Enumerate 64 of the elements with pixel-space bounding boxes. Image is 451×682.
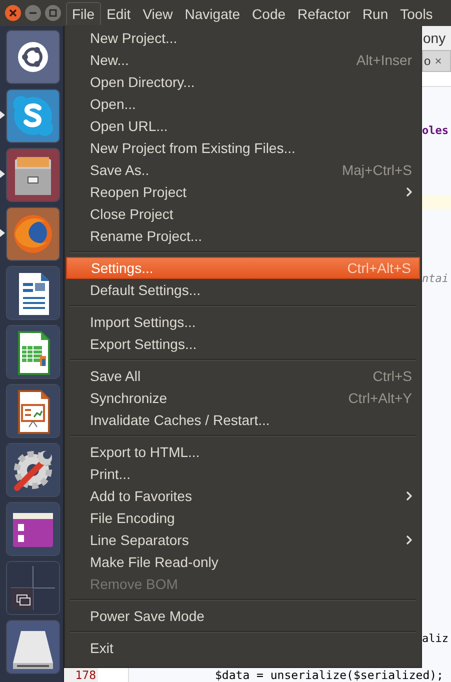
menu-item[interactable]: Invalidate Caches / Restart... bbox=[66, 409, 420, 431]
shortcut-label: Maj+Ctrl+S bbox=[342, 162, 412, 178]
menu-item[interactable]: Power Save Mode bbox=[66, 605, 420, 627]
workspaces-icon[interactable] bbox=[6, 561, 60, 615]
document-icon[interactable] bbox=[6, 266, 60, 320]
menu-item[interactable]: Print... bbox=[66, 463, 420, 485]
menu-item[interactable]: Open... bbox=[66, 93, 420, 115]
menu-item[interactable]: New... Alt+Inser bbox=[66, 49, 420, 71]
editor-tab[interactable]: o × bbox=[422, 50, 451, 72]
menu-bar-item[interactable]: Code bbox=[246, 2, 292, 24]
code-line: $data = unserialize($serialized); bbox=[214, 668, 444, 682]
menu-bar-item[interactable]: File bbox=[66, 2, 101, 24]
menu-bar-item[interactable]: View bbox=[136, 2, 179, 24]
menu-bar-item[interactable]: Run bbox=[356, 2, 394, 24]
close-icon bbox=[9, 9, 17, 17]
menu-item[interactable]: New Project... bbox=[66, 27, 420, 49]
menu-item[interactable]: Add to Favorites bbox=[66, 485, 420, 507]
window-title: ony bbox=[422, 26, 451, 50]
menu-bar-item[interactable]: Tools bbox=[394, 2, 439, 24]
shortcut-label: Ctrl+Alt+S bbox=[347, 260, 411, 276]
menu-item[interactable]: Export to HTML... bbox=[66, 441, 420, 463]
close-button[interactable] bbox=[5, 5, 21, 21]
menu-bar-item[interactable]: Edit bbox=[100, 2, 137, 24]
circle-logo-icon[interactable] bbox=[6, 30, 60, 84]
code-fragment: aliz bbox=[422, 632, 450, 646]
shortcut-label: Alt+Inser bbox=[356, 52, 412, 68]
menu-item[interactable]: Open Directory... bbox=[66, 71, 420, 93]
menu-item[interactable]: Reopen Project bbox=[66, 181, 420, 203]
menu-bar-item[interactable]: Refactor bbox=[292, 2, 356, 24]
menu-item[interactable]: Save As.. Maj+Ctrl+S bbox=[66, 159, 420, 181]
menu-item[interactable]: File Encoding bbox=[66, 507, 420, 529]
shortcut-label: Ctrl+S bbox=[372, 368, 412, 384]
menu-item[interactable]: Close Project bbox=[66, 203, 420, 225]
maximize-icon bbox=[49, 9, 57, 17]
minimize-icon bbox=[29, 12, 37, 14]
code-fragment: ntai bbox=[422, 272, 450, 286]
menu-item[interactable]: Open URL... bbox=[66, 115, 420, 137]
code-fragment: oles bbox=[422, 124, 450, 138]
menu-item[interactable]: Save All Ctrl+S bbox=[66, 365, 420, 387]
menu-item[interactable]: Make File Read-only bbox=[66, 551, 420, 573]
file-cabinet-icon[interactable] bbox=[6, 148, 60, 202]
tab-label: o bbox=[424, 54, 431, 68]
maximize-button[interactable] bbox=[45, 5, 61, 21]
menu-item[interactable]: Export Settings... bbox=[66, 333, 420, 355]
shortcut-label: Ctrl+Alt+Y bbox=[348, 390, 412, 406]
menu-item[interactable]: Rename Project... bbox=[66, 225, 420, 247]
line-number: 178 bbox=[64, 668, 98, 682]
tab-close-button[interactable]: × bbox=[434, 54, 442, 68]
menu-item[interactable]: Default Settings... bbox=[66, 279, 420, 301]
minimize-button[interactable] bbox=[25, 5, 41, 21]
drive-icon[interactable] bbox=[6, 620, 60, 674]
chat-app-icon[interactable] bbox=[6, 89, 60, 143]
menu-item[interactable]: New Project from Existing Files... bbox=[66, 137, 420, 159]
menu-item[interactable]: Synchronize Ctrl+Alt+Y bbox=[66, 387, 420, 409]
menu-item[interactable]: Import Settings... bbox=[66, 311, 420, 333]
globe-icon[interactable] bbox=[6, 207, 60, 261]
presentation-icon[interactable] bbox=[6, 384, 60, 438]
gear-wrench-icon[interactable] bbox=[6, 443, 60, 497]
window-icon[interactable] bbox=[6, 502, 60, 556]
menu-bar-item[interactable]: Navigate bbox=[178, 2, 246, 24]
line-highlight bbox=[422, 195, 451, 209]
menu-item[interactable]: Exit bbox=[66, 637, 420, 659]
menu-item[interactable]: Line Separators bbox=[66, 529, 420, 551]
spreadsheet-icon[interactable] bbox=[6, 325, 60, 379]
